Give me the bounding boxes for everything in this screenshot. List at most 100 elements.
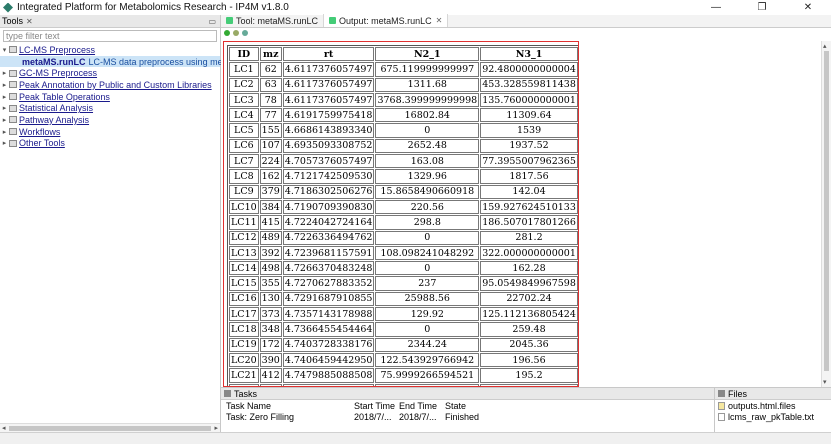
table-cell: 298.8 [375,215,480,230]
folder-icon [9,69,17,77]
files-view-tab[interactable]: Files [715,388,831,400]
table-cell: 0 [375,322,480,337]
scroll-up-icon[interactable]: ▴ [823,42,827,50]
table-cell: LC2 [229,77,259,92]
close-window-button[interactable]: ✕ [785,0,831,15]
table-cell: 2652.48 [375,138,480,154]
table-cell: 25988.56 [375,291,480,307]
table-cell: 4.6117376057497 [282,92,375,108]
tasks-icon [224,390,231,397]
table-row: LC10 384 4.7190709390830 220.56 159.92762451… [229,199,578,215]
table-row: LC21 412 4.7479885088508 75.9999266594521 19… [229,368,578,383]
table-cell: LC11 [229,215,259,230]
scroll-thumb[interactable] [8,425,212,431]
tools-tab-label: Tools [2,16,24,26]
output-table-frame: ID mz rt N2_1 N3_1 LC1 62 4.6117376057497 6… [223,41,579,387]
tasks-view-tab[interactable]: Tasks [221,388,714,400]
table-cell: LC15 [229,276,259,291]
table-cell: 4.6117376057497 [282,77,375,92]
table-cell: 155 [259,123,282,138]
table-cell: 63 [259,77,282,92]
table-cell: 355 [259,276,282,291]
refresh-icon[interactable] [224,30,230,36]
back-arrow-icon[interactable] [233,30,239,36]
close-icon[interactable]: ✕ [26,17,33,26]
tree-item-pathway-analysis[interactable]: ▸ Pathway Analysis [0,114,220,126]
tab-tool-metams[interactable]: Tool: metaMS.runLC [221,14,325,27]
column-header: ID [229,47,259,62]
folder-icon [718,401,725,410]
chevron-down-icon[interactable]: ▾ [0,46,9,54]
table-cell: 162 [259,169,282,184]
tree-item-metams-runlc[interactable]: metaMS.runLC LC-MS data preprocess using… [0,55,230,68]
minimize-view-icon[interactable]: ▭ [208,17,216,26]
table-row: LC7 224 4.7057376057497 163.08 77.3955007962… [229,154,578,169]
tree-item-peak-table-operations[interactable]: ▸ Peak Table Operations [0,91,220,103]
table-row: LC12 489 4.7226336494762 0 281.2 [229,230,578,245]
table-cell: 4.6117376057497 [282,62,375,77]
table-cell: 130 [259,291,282,307]
tree-item-lc-ms-preprocess[interactable]: ▾ LC-MS Preprocess [0,44,220,56]
table-row: LC4 77 4.6191759975418 16802.84 11309.64 [229,108,578,123]
tab-output-metams[interactable]: Output: metaMS.runLC ✕ [324,14,449,27]
window-controls: — ❐ ✕ [693,0,831,15]
scroll-right-icon[interactable]: ▸ [214,424,218,432]
close-tab-icon[interactable]: ✕ [436,16,443,25]
file-item[interactable]: lcms_raw_pkTable.txt [715,411,831,422]
chevron-right-icon[interactable]: ▸ [0,81,9,89]
chevron-right-icon[interactable]: ▸ [0,128,9,136]
table-cell: 4.6686143893340 [282,123,375,138]
tool-tab-icon [226,17,233,24]
table-row: LC19 172 4.7403728338176 2344.24 2045.36 [229,337,578,352]
column-header: N3_1 [480,47,578,62]
table-cell: 392 [259,245,282,261]
chevron-right-icon[interactable]: ▸ [0,69,9,77]
task-row[interactable]: Task: Zero Filling 2018/7/... 2018/7/...… [221,411,714,422]
table-cell: LC19 [229,337,259,352]
tree-item-gc-ms-preprocess[interactable]: ▸ GC-MS Preprocess [0,67,220,79]
folder-icon [9,104,17,112]
editor-tabs: Tool: metaMS.runLC Output: metaMS.runLC … [221,14,831,28]
table-cell: 163.08 [375,154,480,169]
tree-item-peak-annotation[interactable]: ▸ Peak Annotation by Public and Custom L… [0,79,220,91]
tree-item-statistical-analysis[interactable]: ▸ Statistical Analysis [0,102,220,114]
table-cell: 4.7479885088508 [282,368,375,383]
table-cell: 162.28 [480,261,578,276]
table-cell: 4.7266370483248 [282,261,375,276]
tool-description: LC-MS data preprocess using meta [88,56,231,67]
scroll-thumb[interactable] [824,51,829,371]
minimize-button[interactable]: — [693,0,739,15]
chevron-right-icon[interactable]: ▸ [0,104,9,112]
tools-view-tab[interactable]: Tools ✕ ▭ [0,15,220,28]
maximize-button[interactable]: ❐ [739,0,785,15]
folder-icon [9,46,17,54]
column-header: State [445,400,467,411]
tree-item-workflows[interactable]: ▸ Workflows [0,126,220,138]
table-cell: 77.3955007962365 [480,154,578,169]
output-table: ID mz rt N2_1 N3_1 LC1 62 4.6117376057497 6… [227,45,578,386]
table-cell: 4.6935093308752 [282,138,375,154]
column-header: mz [259,47,282,62]
vertical-scrollbar[interactable]: ▴ ▾ [821,41,831,387]
horizontal-scrollbar[interactable]: ◂ ▸ [0,423,220,432]
column-header: N2_1 [375,47,480,62]
table-cell: 237 [375,276,480,291]
chevron-right-icon[interactable]: ▸ [0,116,9,124]
forward-arrow-icon[interactable] [242,30,248,36]
table-cell: 4.7190709390830 [282,199,375,215]
table-cell: 2344.24 [375,337,480,352]
table-cell: 22702.24 [480,291,578,307]
chevron-right-icon[interactable]: ▸ [0,93,9,101]
table-cell: 4.7121742509530 [282,169,375,184]
table-row: LC18 348 4.7366455454464 0 259.48 [229,322,578,337]
tree-item-other-tools[interactable]: ▸ Other Tools [0,138,220,150]
scroll-left-icon[interactable]: ◂ [2,424,6,432]
table-cell: 196.56 [480,352,578,368]
table-cell: 259.48 [480,322,578,337]
chevron-right-icon[interactable]: ▸ [0,139,9,147]
table-cell: 373 [259,307,282,322]
scroll-down-icon[interactable]: ▾ [823,378,827,386]
file-item[interactable]: outputs.html.files [715,400,831,411]
table-cell: 0 [375,230,480,245]
filter-input[interactable]: type filter text [3,30,217,42]
